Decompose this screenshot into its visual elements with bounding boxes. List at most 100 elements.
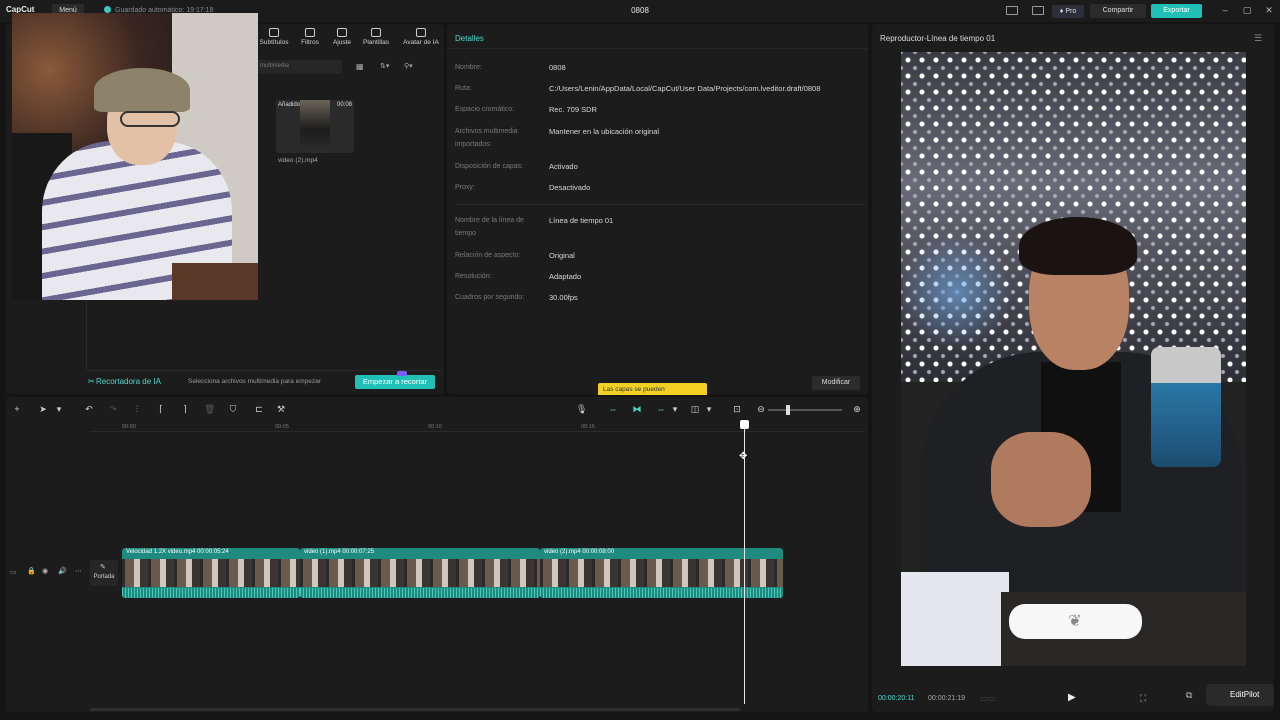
shield-icon[interactable]: ⛉ — [228, 404, 238, 414]
layers-toast: Las capas se pueden — [598, 383, 707, 395]
crop-icon[interactable]: ⊏ — [254, 404, 264, 414]
filter-icon[interactable]: ⚲▾ — [404, 62, 413, 70]
clip-frames — [122, 559, 300, 587]
undo-icon[interactable]: ↶ — [84, 404, 94, 414]
player-title: Reproductor-Línea de tiempo 01 — [880, 34, 996, 43]
delete-icon[interactable]: 🗑 — [204, 404, 215, 414]
layout-icon[interactable] — [1006, 6, 1018, 15]
sort-icon[interactable]: ⇅▾ — [380, 62, 389, 70]
tab-label: Filtros — [301, 39, 319, 46]
minimize-icon[interactable]: – — [1220, 5, 1230, 15]
media-search-input[interactable]: multimedia — [256, 60, 342, 74]
split-icon[interactable]: ⫶ — [132, 404, 142, 414]
shortcuts-icon[interactable] — [1032, 6, 1044, 15]
link-icon[interactable]: ⇔ — [608, 404, 618, 414]
timeline-clip[interactable]: video (1).mp4 00:00:07:25 — [300, 548, 540, 598]
subtitle-track-icon[interactable]: ⊡ — [732, 404, 742, 414]
time-current: 00:00:20:11 — [878, 695, 915, 702]
detail-label: Relación de aspecto: — [455, 252, 521, 259]
detail-label: Archivos multimedia importados: — [455, 128, 518, 148]
pro-badge[interactable]: ♦ Pro — [1052, 5, 1084, 18]
ai-trimmer-title: Recortadora de IA — [96, 377, 161, 386]
media-toolbar: Subtítulos Filtros Ajuste Plantillas Ava… — [256, 26, 442, 52]
video-caption-pill: ❦ — [1009, 604, 1142, 639]
chevron-down-icon[interactable]: ▾ — [704, 404, 714, 414]
preview-axis-icon[interactable]: ◫ — [690, 404, 700, 414]
video-blue-glow — [901, 232, 1011, 352]
clip-label: video (1).mp4 00:00:07:25 — [304, 549, 375, 555]
select-tool-icon[interactable]: ➤ — [38, 404, 48, 414]
track-toggle-icon[interactable]: ▭ — [10, 568, 17, 576]
video-preview — [901, 52, 1246, 666]
lock-icon[interactable]: 🔒 — [27, 567, 36, 575]
more-icon[interactable]: ⋯ — [75, 567, 82, 575]
video-hand — [991, 432, 1091, 527]
magnet-icon[interactable]: ⧓ — [632, 404, 642, 414]
split-left-icon[interactable]: ⌈ — [156, 404, 166, 414]
wand-icon[interactable]: ⚒ — [276, 404, 286, 414]
timeline-clip[interactable]: video (2).mp4 00:00:08:00 — [540, 548, 783, 598]
details-separator — [447, 48, 868, 49]
modify-button[interactable]: Modificar — [812, 376, 860, 390]
player-menu-icon[interactable]: ☰ — [1254, 33, 1262, 44]
snap-icon[interactable]: ⇔ — [656, 404, 666, 414]
grid-view-icon[interactable]: ▦ — [356, 62, 364, 71]
fit-timeline-icon[interactable]: ⊕ — [852, 404, 862, 414]
clip-frames — [300, 559, 540, 587]
detail-value: Original — [549, 251, 575, 260]
pro-label: Pro — [1065, 8, 1077, 15]
clip-waveform — [122, 588, 300, 598]
maximize-icon[interactable]: ▢ — [1242, 5, 1252, 15]
clip-waveform — [300, 588, 540, 598]
ruler-label: 00:10 — [428, 424, 442, 430]
split-right-icon[interactable]: ⌉ — [180, 404, 190, 414]
add-track-icon[interactable]: + — [12, 404, 22, 414]
time-total: 00:00:21:19 — [928, 695, 965, 702]
chevron-down-icon[interactable]: ▾ — [670, 404, 680, 414]
detail-value: 0808 — [549, 63, 566, 72]
microphone-icon[interactable]: 🎙 — [576, 404, 587, 414]
tab-label: Ajuste — [332, 39, 352, 46]
speaker-icon[interactable]: 🔊 — [58, 567, 67, 575]
ruler-label: 00:05 — [275, 424, 289, 430]
webcam-cap — [94, 68, 190, 112]
tab-label: Plantillas — [362, 39, 389, 46]
video-perfume-bottle — [1151, 347, 1221, 467]
tab-templates[interactable]: Plantillas — [358, 26, 394, 46]
tab-adjust[interactable]: Ajuste — [324, 26, 360, 46]
edit-cover-icon: ✎ — [100, 564, 106, 571]
thumbnail-image — [300, 100, 330, 153]
zoom-slider-handle[interactable] — [786, 405, 790, 415]
clip-frames — [540, 559, 783, 587]
tab-filters[interactable]: Filtros — [292, 26, 328, 46]
detail-label: Espacio cromático: — [455, 106, 515, 113]
fullscreen-icon[interactable]: ⛶ — [1140, 693, 1146, 704]
chevron-down-icon[interactable]: ▾ — [54, 404, 64, 414]
frame-icon[interactable]: ▭▭ — [980, 694, 995, 703]
zoom-slider[interactable] — [768, 409, 842, 411]
playhead-handle[interactable] — [740, 420, 749, 429]
redo-icon[interactable]: ↷ — [108, 404, 118, 414]
detail-label: Nombre de la línea de tiempo — [455, 217, 524, 237]
webcam-glasses — [120, 111, 180, 127]
zoom-out-icon[interactable]: ⊖ — [756, 404, 766, 414]
timeline-clip[interactable]: Velocidad 1.2X video.mp4 00:00:05:24 — [122, 548, 300, 598]
tab-subtitles[interactable]: Subtítulos — [256, 26, 292, 46]
timeline-scrollbar[interactable] — [90, 708, 740, 711]
adjust-icon — [337, 28, 347, 37]
share-button[interactable]: Compartir — [1090, 4, 1146, 18]
export-button[interactable]: Exportar — [1151, 4, 1202, 18]
feedback-icon[interactable]: ⧉ — [1186, 690, 1192, 701]
play-button[interactable]: ▶ — [1068, 692, 1076, 703]
editpilot-button[interactable]: EditPilot — [1206, 684, 1274, 706]
eye-icon[interactable]: ◉ — [42, 567, 48, 575]
tab-ai-avatar[interactable]: Avatar de IA — [398, 26, 444, 46]
start-trimming-button[interactable]: Empezar a recortar — [355, 375, 435, 389]
media-thumbnail[interactable]: Añadido 00:08 — [276, 100, 354, 153]
detail-value: Rec. 709 SDR — [549, 105, 597, 114]
close-icon[interactable]: ✕ — [1264, 5, 1274, 15]
detail-value: Activado — [549, 162, 578, 171]
detail-label: Resolución: — [455, 273, 492, 280]
playhead[interactable] — [744, 422, 745, 704]
webcam-overlay — [12, 13, 258, 300]
